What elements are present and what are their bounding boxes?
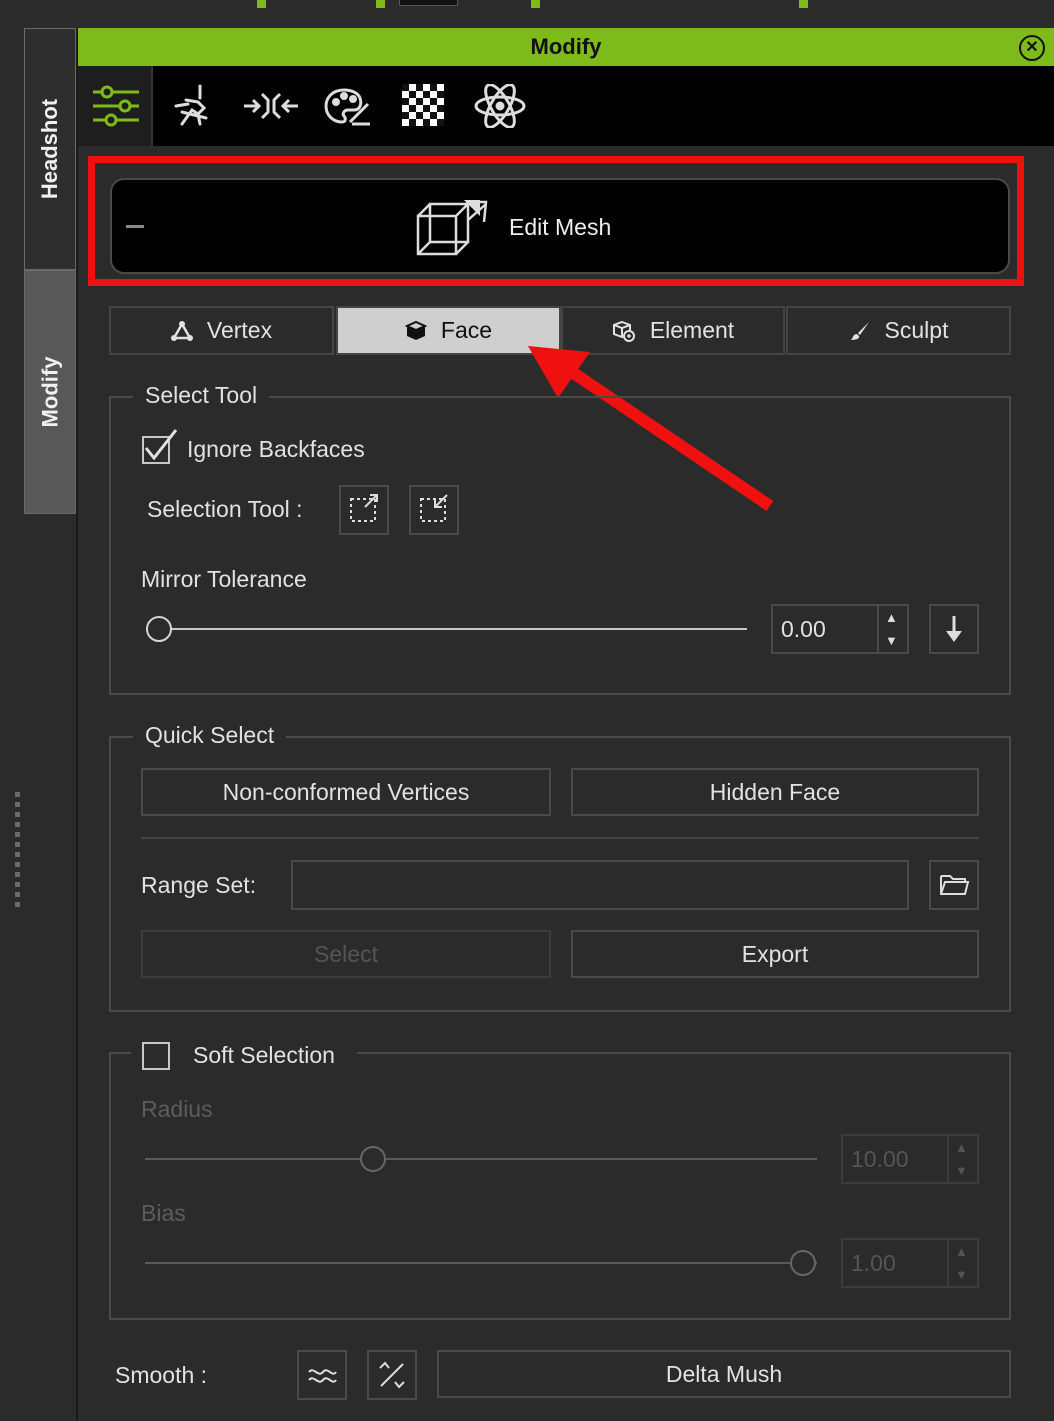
soft-selection-label: Soft Selection — [193, 1042, 335, 1068]
spin-up-icon[interactable]: ▲ — [955, 1141, 968, 1154]
radius-slider[interactable] — [360, 1146, 386, 1172]
marker-tick — [376, 0, 385, 8]
close-icon[interactable]: ✕ — [1019, 35, 1045, 61]
smooth-button[interactable] — [297, 1350, 347, 1400]
ignore-backfaces-label: Ignore Backfaces — [187, 436, 365, 462]
select-tool-title: Select Tool — [133, 382, 270, 409]
folder-icon — [940, 875, 970, 895]
bias-label: Bias — [141, 1200, 186, 1226]
timeline-block — [399, 0, 458, 6]
vertex-icon — [170, 320, 193, 341]
smooth-label: Smooth : — [115, 1362, 208, 1388]
morph-pose-icon[interactable] — [168, 84, 218, 128]
open-folder-button[interactable] — [929, 860, 979, 910]
spin-arrows[interactable]: ▲ ▼ — [877, 606, 907, 652]
range-set-input[interactable] — [291, 860, 909, 910]
quick-select-title: Quick Select — [133, 722, 287, 749]
mirror-tolerance-track[interactable] — [158, 628, 747, 630]
divider — [141, 837, 979, 839]
spin-up-icon[interactable]: ▲ — [885, 611, 898, 624]
non-conformed-vertices-button[interactable]: Non-conformed Vertices — [141, 768, 551, 816]
radius-label: Radius — [141, 1096, 213, 1122]
panel-titlebar: Modify ✕ — [78, 28, 1054, 66]
spin-arrows[interactable]: ▲ ▼ — [947, 1136, 977, 1182]
tab-vertex[interactable]: Vertex — [109, 306, 334, 355]
checker-texture-icon[interactable] — [398, 84, 448, 128]
sliders-icon[interactable] — [91, 84, 141, 128]
range-set-label: Range Set: — [141, 872, 257, 898]
apply-down-button[interactable] — [929, 604, 979, 654]
mirror-tolerance-slider[interactable] — [146, 616, 172, 642]
soft-selection-checkbox[interactable] — [142, 1042, 170, 1070]
scale-arrows-icon[interactable] — [244, 84, 298, 128]
spin-down-icon[interactable]: ▼ — [955, 1164, 968, 1177]
relax-icon — [379, 1361, 405, 1389]
spin-up-icon[interactable]: ▲ — [955, 1245, 968, 1258]
tab-headshot[interactable]: Headshot — [24, 28, 76, 270]
spin-down-icon[interactable]: ▼ — [885, 634, 898, 647]
atom-physics-icon[interactable] — [473, 84, 526, 128]
tab-modify[interactable]: Modify — [24, 270, 76, 514]
resize-grip[interactable] — [15, 792, 20, 907]
selection-tool-label: Selection Tool : — [147, 496, 303, 522]
brush-icon — [850, 321, 869, 340]
panel-title: Modify — [530, 34, 602, 59]
top-strip — [0, 0, 1054, 28]
select-button[interactable]: Select — [141, 930, 551, 978]
palette-icon[interactable] — [322, 84, 372, 128]
bias-slider[interactable] — [790, 1250, 816, 1276]
marker-tick — [531, 0, 540, 8]
cube-face-icon — [404, 320, 427, 340]
highlight-box — [88, 156, 1024, 286]
side-tabs: Headshot Modify — [24, 28, 76, 514]
tab-sculpt[interactable]: Sculpt — [786, 306, 1011, 355]
export-button[interactable]: Export — [571, 930, 979, 978]
mirror-tolerance-label: Mirror Tolerance — [141, 566, 307, 592]
hidden-face-button[interactable]: Hidden Face — [571, 768, 979, 816]
spin-down-icon[interactable]: ▼ — [955, 1268, 968, 1281]
rect-select-shrink-button[interactable] — [409, 485, 459, 535]
mirror-tolerance-field[interactable]: 0.00 ▲ ▼ — [771, 604, 909, 654]
rect-select-expand-button[interactable] — [339, 485, 389, 535]
icon-toolbar — [78, 66, 1054, 146]
wave-icon — [308, 1369, 337, 1383]
delta-mush-button[interactable]: Delta Mush — [437, 1350, 1011, 1398]
bias-field[interactable]: 1.00 ▲ ▼ — [841, 1238, 979, 1288]
ignore-backfaces-checkbox[interactable] — [142, 429, 178, 464]
marker-tick — [257, 0, 266, 8]
radius-field[interactable]: 10.00 ▲ ▼ — [841, 1134, 979, 1184]
radius-track[interactable] — [145, 1158, 817, 1160]
spin-arrows[interactable]: ▲ ▼ — [947, 1240, 977, 1286]
relax-button[interactable] — [367, 1350, 417, 1400]
bias-track[interactable] — [145, 1262, 817, 1264]
panel-divider — [76, 28, 78, 1421]
marker-tick — [799, 0, 808, 8]
